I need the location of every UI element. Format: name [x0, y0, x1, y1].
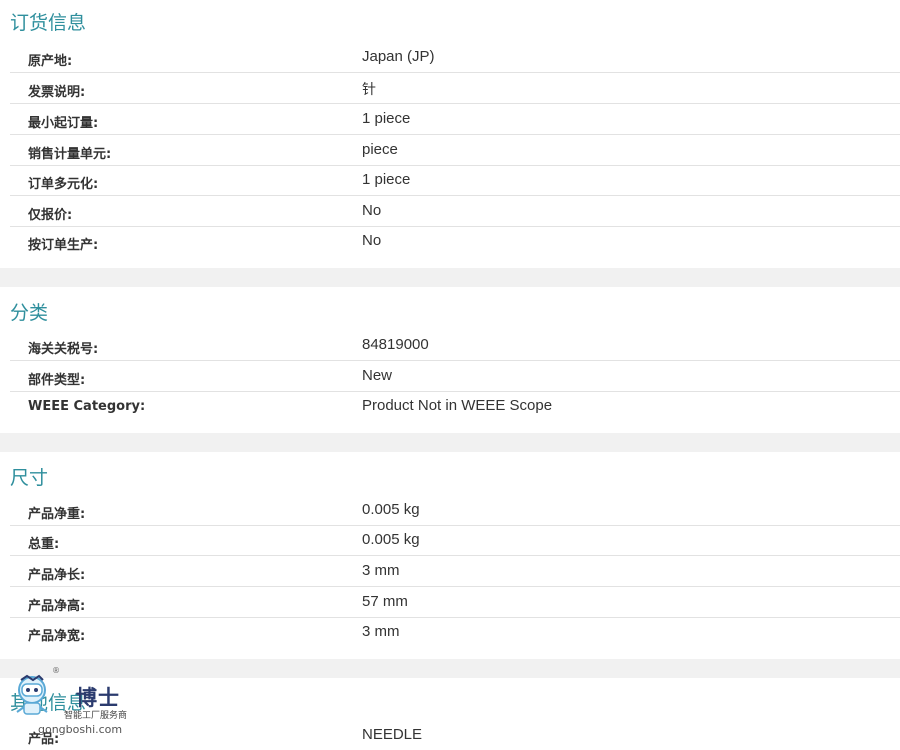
row-value: 针	[362, 82, 376, 98]
watermark-tagline: 智能工厂服务商	[64, 711, 128, 721]
row-value: 1 piece	[362, 171, 411, 188]
table-row: WEEE Category: Product Not in WEEE Scope	[10, 391, 900, 422]
row-label: 产品净长:	[28, 568, 86, 583]
table-row: 产品净高: 57 mm	[10, 587, 900, 618]
row-label: 订单多元化:	[28, 177, 99, 192]
row-label: 产品净重:	[28, 507, 86, 522]
row-value: 0.005 kg	[362, 501, 420, 518]
watermark-logo: ® 博士 智能工厂服务商 gongboshi.com	[8, 666, 138, 746]
row-value: New	[362, 367, 393, 384]
row-label: 海关关税号:	[28, 342, 99, 357]
table-row: 仅报价: No	[10, 196, 900, 227]
row-value: 3 mm	[362, 623, 400, 640]
section-title: 尺寸	[10, 467, 49, 489]
row-label: 部件类型:	[28, 373, 86, 388]
row-value: 3 mm	[362, 562, 400, 579]
row-label: 产品净宽:	[28, 629, 86, 644]
row-label: 按订单生产:	[28, 238, 99, 253]
watermark-url: gongboshi.com	[38, 723, 123, 736]
section-title: 分类	[10, 302, 49, 324]
row-label: 产品净高:	[28, 599, 86, 614]
registered-mark: ®	[52, 666, 60, 675]
table-row: 部件类型: New	[10, 361, 900, 392]
row-label: 销售计量单元:	[28, 147, 112, 162]
row-value: Product Not in WEEE Scope	[362, 397, 553, 414]
table-row: 海关关税号: 84819000	[10, 330, 900, 361]
row-value: NEEDLE	[362, 726, 423, 743]
row-value: 57 mm	[362, 593, 408, 610]
row-value: Japan (JP)	[362, 48, 435, 65]
row-value: 0.005 kg	[362, 531, 420, 548]
table-row: 发票说明: 针	[10, 73, 900, 104]
table-row: 产品: NEEDLE	[10, 720, 900, 750]
table-row: 按订单生产: No	[10, 226, 900, 257]
table-row: 最小起订量: 1 piece	[10, 104, 900, 135]
row-value: No	[362, 232, 382, 249]
row-label: 发票说明:	[28, 85, 86, 100]
row-label: 仅报价:	[28, 208, 73, 223]
row-value: 84819000	[362, 336, 429, 353]
section-divider	[0, 268, 900, 287]
row-value: No	[362, 202, 382, 219]
section-divider	[0, 433, 900, 452]
table-row: 产品净重: 0.005 kg	[10, 495, 900, 526]
row-label: 最小起订量:	[28, 116, 99, 131]
row-label: 原产地:	[28, 54, 73, 69]
section-title: 订货信息	[10, 12, 87, 34]
table-row: 原产地: Japan (JP)	[10, 42, 900, 73]
table-row: 销售计量单元: piece	[10, 135, 900, 166]
row-value: piece	[362, 141, 398, 158]
row-label: 总重:	[28, 537, 60, 552]
row-label: WEEE Category:	[28, 399, 146, 414]
robot-mascot-icon	[16, 674, 48, 715]
table-row: 订单多元化: 1 piece	[10, 165, 900, 196]
table-row: 总重: 0.005 kg	[10, 525, 900, 556]
table-row: 产品净长: 3 mm	[10, 556, 900, 587]
table-row: 产品净宽: 3 mm	[10, 617, 900, 648]
row-value: 1 piece	[362, 110, 411, 127]
